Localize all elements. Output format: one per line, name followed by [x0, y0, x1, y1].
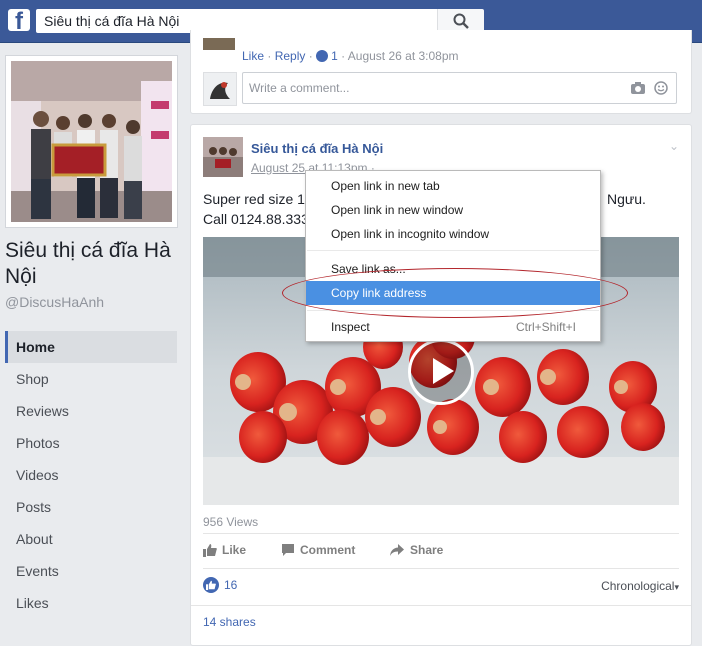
post-likes-row: 16 Chronological▾: [203, 577, 679, 599]
menu-item-copy-link-address[interactable]: Copy link address: [306, 281, 600, 305]
post-author-avatar[interactable]: [203, 137, 243, 177]
menu-item-inspect-label: Inspect: [331, 320, 370, 334]
post-author-name[interactable]: Siêu thị cá đĩa Hà Nội: [251, 141, 383, 156]
nav-item-posts[interactable]: Posts: [5, 491, 177, 523]
caret-down-icon: ▾: [674, 582, 679, 592]
comment-icon: [282, 544, 294, 556]
nav-item-likes[interactable]: Likes: [5, 587, 177, 619]
comment-sort-label: Chronological: [601, 579, 675, 593]
share-icon: [390, 544, 404, 556]
search-icon: [453, 13, 469, 29]
comment-time[interactable]: August 26 at 3:08pm: [348, 49, 459, 63]
like-button[interactable]: Like: [203, 543, 246, 557]
menu-item-inspect-shortcut: Ctrl+Shift+I: [515, 320, 576, 334]
nav-item-photos[interactable]: Photos: [5, 427, 177, 459]
menu-item-inspect[interactable]: Inspect Ctrl+Shift+I: [306, 315, 600, 339]
menu-item-open-new-window[interactable]: Open link in new window: [306, 198, 600, 222]
page-profile-photo[interactable]: [5, 55, 178, 228]
post-shares-count[interactable]: 14 shares: [203, 615, 256, 629]
nav-item-videos[interactable]: Videos: [5, 459, 177, 491]
video-views: 956 Views: [203, 515, 259, 529]
page-title[interactable]: Siêu thị cá đĩa Hà Nội: [5, 238, 185, 290]
nav-item-reviews[interactable]: Reviews: [5, 395, 177, 427]
post-text-line1-end: Ngưu.: [607, 191, 646, 207]
comment-meta: Like · Reply · 1 · August 26 at 3:08pm: [242, 49, 459, 63]
divider: [191, 605, 691, 606]
nav-item-events[interactable]: Events: [5, 555, 177, 587]
context-menu: Open link in new tab Open link in new wi…: [305, 170, 601, 342]
menu-separator: [307, 310, 599, 311]
menu-item-open-incognito[interactable]: Open link in incognito window: [306, 222, 600, 246]
separator: ·: [341, 49, 346, 63]
thumbs-up-icon[interactable]: [203, 577, 219, 593]
play-icon: [433, 358, 454, 384]
facebook-logo-icon[interactable]: f: [8, 9, 30, 35]
separator: ·: [308, 49, 313, 63]
camera-icon[interactable]: [630, 81, 646, 95]
menu-item-save-link-as[interactable]: Save link as...: [306, 257, 600, 281]
share-label: Share: [410, 543, 444, 557]
comment-reply-link[interactable]: Reply: [275, 49, 306, 63]
chevron-down-icon[interactable]: ⌄: [669, 139, 679, 153]
comment-button[interactable]: Comment: [281, 543, 355, 557]
menu-item-open-new-tab[interactable]: Open link in new tab: [306, 174, 600, 198]
post-likes-count[interactable]: 16: [224, 578, 237, 592]
comment-label: Comment: [300, 543, 356, 557]
thumbs-up-icon: [316, 50, 329, 62]
nav-item-home[interactable]: Home: [5, 331, 177, 363]
comment-likes-count[interactable]: 1: [331, 49, 338, 63]
post-actions-bar: Like Comment Share: [203, 533, 679, 569]
page-nav: Home Shop Reviews Photos Videos Posts Ab…: [5, 331, 177, 619]
thumbs-up-icon: [203, 544, 217, 557]
page-handle[interactable]: @DiscusHaAnh: [5, 294, 104, 310]
commenter-avatar[interactable]: [203, 38, 235, 50]
share-button[interactable]: Share: [389, 543, 443, 557]
menu-separator: [307, 250, 599, 251]
comment-card: Like · Reply · 1 · August 26 at 3:08pm W…: [190, 30, 692, 114]
comment-like-link[interactable]: Like: [242, 49, 264, 63]
nav-item-shop[interactable]: Shop: [5, 363, 177, 395]
nav-item-about[interactable]: About: [5, 523, 177, 555]
post-text-line1-start: Super red size 1: [203, 191, 305, 207]
smiley-icon[interactable]: [654, 81, 668, 95]
profile-photo-image: [11, 61, 172, 222]
user-avatar[interactable]: [203, 72, 237, 106]
separator: ·: [267, 49, 272, 63]
comment-sort-dropdown[interactable]: Chronological▾: [601, 579, 679, 593]
play-button[interactable]: [408, 339, 474, 405]
write-comment-input[interactable]: Write a comment...: [242, 72, 677, 104]
write-comment-placeholder: Write a comment...: [249, 81, 350, 95]
like-label: Like: [222, 543, 247, 557]
